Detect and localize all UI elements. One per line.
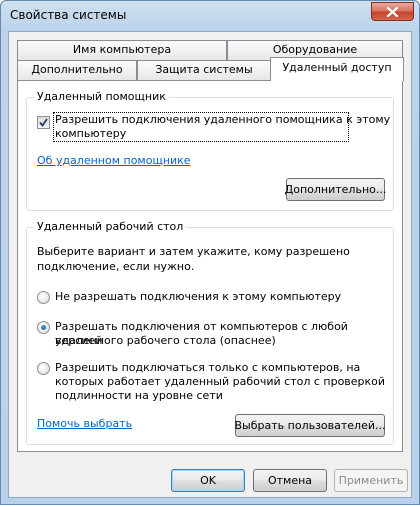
remote-assistance-group: Удаленный помощник Разрешить подключения…: [26, 90, 394, 211]
close-button[interactable]: [371, 2, 414, 21]
select-users-button[interactable]: Выбрать пользователей...: [234, 414, 386, 437]
instruction-line: Выберите вариант и затем укажите, кому р…: [37, 245, 350, 258]
group-title: Удаленный помощник: [34, 90, 169, 103]
remote-tab-panel: Удаленный помощник Разрешить подключения…: [17, 80, 403, 452]
radio-label: Не разрешать подключения к этому компьют…: [55, 290, 342, 303]
window-title: Свойства системы: [10, 8, 127, 22]
tab-computer-name[interactable]: Имя компьютера: [17, 40, 227, 60]
tab-label: Удаленный доступ: [282, 61, 392, 74]
tab-label: Оборудование: [272, 43, 358, 56]
group-title: Удаленный рабочий стол: [34, 220, 187, 233]
radio-allow-any-version[interactable]: [37, 321, 50, 334]
tab-remote[interactable]: Удаленный доступ: [270, 57, 404, 81]
radio-dont-allow[interactable]: [37, 291, 50, 304]
button-label: Выбрать пользователей...: [234, 419, 386, 432]
radio-label: подлинности на уровне сети: [55, 389, 223, 402]
button-label: OK: [200, 474, 216, 487]
checkbox-label-line: Разрешить подключения удаленного помощни…: [55, 113, 391, 126]
tab-system-protection[interactable]: Защита системы: [137, 60, 271, 80]
button-label: Отмена: [267, 474, 313, 487]
button-label: Дополнительно...: [284, 183, 387, 196]
ok-button[interactable]: OK: [171, 469, 245, 492]
dialog-client-area: Имя компьютера Оборудование Дополнительн…: [8, 31, 412, 498]
radio-label: Разрешить подключаться только с компьюте…: [55, 361, 361, 374]
tab-advanced[interactable]: Дополнительно: [17, 60, 137, 80]
tab-label: Имя компьютера: [72, 43, 172, 56]
tab-label: Защита системы: [155, 63, 253, 76]
help-me-choose-link[interactable]: Помочь выбрать: [37, 417, 132, 430]
allow-remote-assistance-checkbox[interactable]: [37, 116, 50, 129]
radio-label: которых работает удаленный рабочий стол …: [55, 375, 386, 388]
button-label: Применить: [338, 474, 404, 487]
checkmark-icon: [39, 118, 48, 127]
title-bar[interactable]: Свойства системы: [1, 1, 419, 31]
about-remote-assistance-link[interactable]: Об удаленном помощнике: [37, 154, 191, 167]
tab-label: Дополнительно: [31, 63, 123, 76]
radio-allow-nla-only[interactable]: [37, 362, 50, 375]
radio-selected-dot: [41, 325, 46, 330]
remote-assistance-advanced-button[interactable]: Дополнительно...: [284, 178, 387, 201]
instruction-line: подключение, если нужно.: [37, 260, 195, 273]
close-x-icon: [387, 6, 398, 17]
apply-button[interactable]: Применить: [334, 469, 408, 492]
system-properties-window: Свойства системы Имя компьютера Оборудов…: [0, 0, 420, 505]
radio-label: удаленного рабочего стола (опаснее): [55, 334, 276, 347]
remote-desktop-group: Удаленный рабочий стол Выберите вариант …: [26, 220, 394, 445]
cancel-button[interactable]: Отмена: [253, 469, 327, 492]
checkbox-label-line: компьютеру: [55, 127, 127, 140]
